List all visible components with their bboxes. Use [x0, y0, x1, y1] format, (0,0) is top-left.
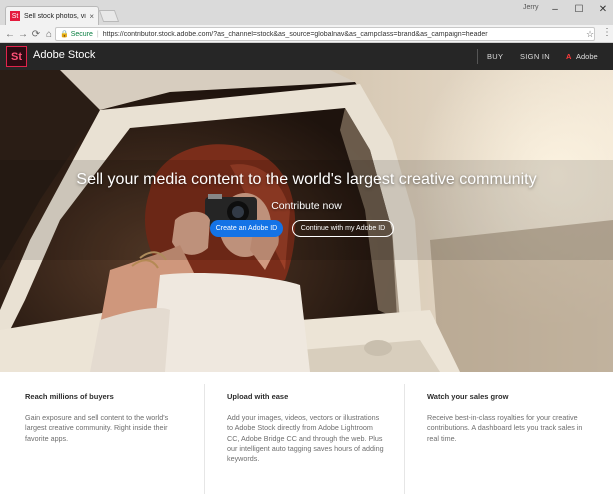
hero-subtitle: Contribute now: [271, 200, 342, 212]
maximize-icon[interactable]: ☐: [572, 2, 586, 16]
hero-section: Sell your media content to the world's l…: [0, 70, 613, 372]
create-adobe-id-button[interactable]: Create an Adobe ID: [210, 220, 283, 237]
browser-menu-icon[interactable]: ⋮: [602, 27, 612, 38]
browser-user-name[interactable]: Jerry: [523, 4, 539, 11]
url-text[interactable]: https://contributor.stock.adobe.com/?as_…: [103, 31, 488, 38]
back-icon[interactable]: ←: [3, 27, 17, 41]
sign-in-link[interactable]: SIGN IN: [520, 52, 550, 61]
close-window-icon[interactable]: ✕: [596, 2, 610, 16]
address-bar[interactable]: 🔒 Secure | https://contributor.stock.ado…: [55, 27, 595, 41]
feature-title: Watch your sales grow: [427, 392, 509, 401]
feature-body: Add your images, videos, vectors or illu…: [227, 413, 384, 464]
brand-name[interactable]: Adobe Stock: [33, 49, 95, 61]
adobe-logo-icon[interactable]: A: [566, 52, 571, 61]
feature-title: Upload with ease: [227, 392, 289, 401]
tab-close-icon[interactable]: ×: [89, 12, 94, 21]
column-divider: [404, 384, 405, 494]
feature-sales-grow: Watch your sales grow Receive best-in-cl…: [427, 392, 587, 444]
tab-title: Sell stock photos, video...: [24, 12, 86, 20]
adobe-link[interactable]: Adobe: [576, 52, 598, 61]
browser-tab[interactable]: St Sell stock photos, video... ×: [5, 6, 99, 25]
home-icon[interactable]: ⌂: [42, 27, 56, 41]
address-separator: |: [96, 30, 99, 38]
lock-icon: 🔒: [60, 31, 69, 38]
feature-reach-buyers: Reach millions of buyers Gain exposure a…: [25, 392, 185, 444]
minimize-icon[interactable]: –: [548, 2, 562, 16]
adobe-stock-logo-icon[interactable]: St: [6, 46, 27, 67]
header-divider: [477, 49, 478, 64]
bookmark-star-icon[interactable]: ☆: [586, 29, 594, 40]
feature-upload-ease: Upload with ease Add your images, videos…: [227, 392, 385, 464]
new-tab-button[interactable]: [98, 10, 120, 22]
feature-title: Reach millions of buyers: [25, 392, 114, 401]
secure-label: Secure: [70, 30, 93, 38]
hero-title: Sell your media content to the world's l…: [76, 171, 537, 188]
column-divider: [204, 384, 205, 494]
features-section: Reach millions of buyers Gain exposure a…: [0, 372, 613, 500]
browser-titlebar: St Sell stock photos, video... × Jerry –…: [0, 0, 613, 25]
site-header: St Adobe Stock BUY SIGN IN A Adobe: [0, 43, 613, 70]
buy-link[interactable]: BUY: [487, 52, 503, 61]
browser-toolbar: ← → ⟳ ⌂ 🔒 Secure | https://contributor.s…: [0, 25, 613, 43]
adobe-stock-favicon-icon: St: [10, 11, 20, 21]
continue-with-adobe-id-button[interactable]: Continue with my Adobe ID: [292, 220, 394, 237]
reload-icon[interactable]: ⟳: [29, 27, 43, 41]
feature-body: Receive best-in-class royalties for your…: [427, 413, 583, 443]
feature-body: Gain exposure and sell content to the wo…: [25, 413, 169, 443]
forward-icon[interactable]: →: [16, 27, 30, 41]
